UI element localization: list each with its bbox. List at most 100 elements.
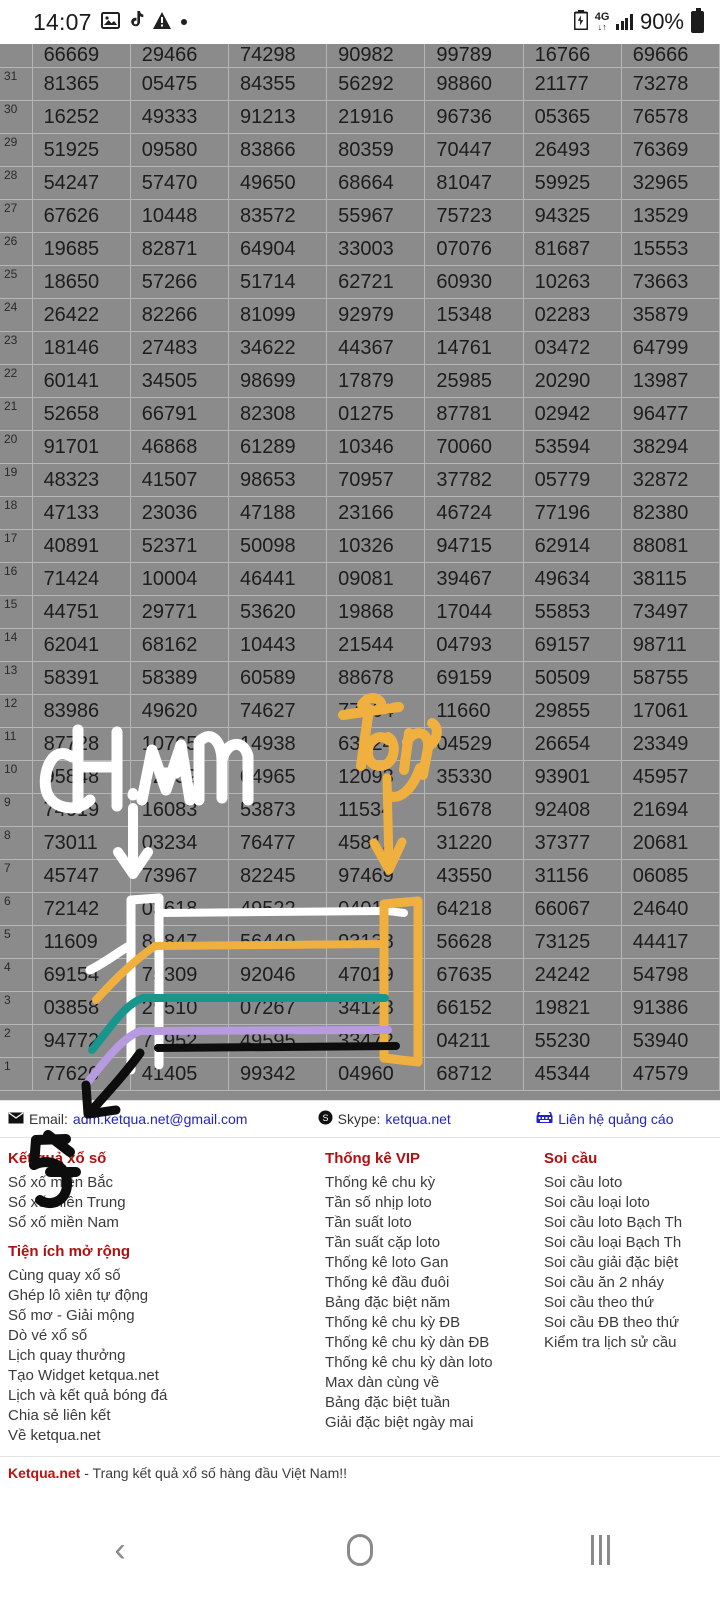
table-cell: 92979 xyxy=(326,298,426,332)
table-cell: 62041 xyxy=(32,628,131,662)
contact-skype[interactable]: S Skype: ketqua.net xyxy=(318,1110,537,1128)
table-cell: 71952 xyxy=(130,1024,229,1058)
battery-saver-icon xyxy=(573,10,589,34)
footer-link[interactable]: Kiểm tra lịch sử cầu xyxy=(544,1333,720,1353)
footer-link[interactable]: Tạo Widget ketqua.net xyxy=(8,1366,317,1386)
footer-link[interactable]: Max dàn cùng về xyxy=(325,1373,536,1393)
table-cell: 34622 xyxy=(228,331,328,365)
table-cell: 14938 xyxy=(228,727,328,761)
footer-link[interactable]: Dò vé xổ số xyxy=(8,1326,317,1346)
footer-link[interactable]: Soi cầu ĐB theo thứ xyxy=(544,1313,720,1333)
recents-button[interactable] xyxy=(480,1535,720,1565)
table-cell: 49650 xyxy=(228,166,328,200)
contact-link[interactable]: ketqua.net xyxy=(385,1111,450,1127)
footer-link[interactable]: Soi cầu ăn 2 nháy xyxy=(544,1273,720,1293)
footer-link[interactable]: Số mơ - Giải mộng xyxy=(8,1306,317,1326)
table-cell: 83866 xyxy=(228,133,328,167)
table-cell: 64904 xyxy=(228,232,328,266)
table-cell: 80359 xyxy=(326,133,426,167)
table-cell: 13987 xyxy=(621,364,720,398)
footer-link[interactable]: Về ketqua.net xyxy=(8,1426,317,1446)
table-cell: 84355 xyxy=(228,67,328,101)
footer-link[interactable]: Thống kê chu kỳ dàn ĐB xyxy=(325,1333,536,1353)
home-button[interactable] xyxy=(240,1534,480,1566)
table-cell: 10004 xyxy=(130,562,229,596)
table-cell: 93901 xyxy=(523,760,622,794)
row-index: 9 xyxy=(0,793,33,827)
table-cell: 82266 xyxy=(130,298,229,332)
footer-link[interactable]: Ghép lô xiên tự động xyxy=(8,1286,317,1306)
footer-link[interactable]: Thống kê chu kỳ ĐB xyxy=(325,1313,536,1333)
footer-link[interactable]: Lịch và kết quả bóng đá xyxy=(8,1386,317,1406)
footer-link[interactable]: Sổ xố miền Trung xyxy=(8,1193,317,1213)
footer-link[interactable]: Tần số nhịp loto xyxy=(325,1193,536,1213)
footer-link[interactable]: Chia sẻ liên kết xyxy=(8,1406,317,1426)
footer-link[interactable]: Soi cầu loại loto xyxy=(544,1193,720,1213)
footer-link[interactable]: Lịch quay thưởng xyxy=(8,1346,317,1366)
row-index: 22 xyxy=(0,364,33,398)
footer-link[interactable]: Soi cầu loto Bạch Th xyxy=(544,1213,720,1233)
contact-link[interactable]: Liên hệ quảng cáo xyxy=(558,1111,673,1127)
footer-link[interactable]: Thống kê chu kỳ xyxy=(325,1173,536,1193)
table-cell: 11534 xyxy=(326,793,426,827)
table-cell: 67635 xyxy=(424,958,524,992)
footer-link[interactable]: Bảng đặc biệt tuần xyxy=(325,1393,536,1413)
footer-link[interactable]: Soi cầu loại Bạch Th xyxy=(544,1233,720,1253)
footer-link[interactable]: Soi cầu theo thứ xyxy=(544,1293,720,1313)
footer-link[interactable]: Thống kê đầu đuôi xyxy=(325,1273,536,1293)
table-cell: 20290 xyxy=(523,364,622,398)
row-index: 28 xyxy=(0,166,33,200)
footer-group-heading: Tiện ích mở rộng xyxy=(8,1243,131,1260)
battery-icon xyxy=(691,8,704,33)
table-cell: 76477 xyxy=(228,826,328,860)
table-cell: 53873 xyxy=(228,793,328,827)
contact-link[interactable]: adm.ketqua.net@gmail.com xyxy=(73,1111,248,1127)
footer-link[interactable]: Soi cầu giải đặc biệt xyxy=(544,1253,720,1273)
footer-link[interactable]: Bảng đặc biệt năm xyxy=(325,1293,536,1313)
table-row: 29 51925 09580 83866 80359 70447 26493 76369 xyxy=(0,133,720,167)
table-row: 15 44751 29771 53620 19868 17044 55853 73497 xyxy=(0,595,720,629)
table-cell: 94715 xyxy=(424,529,524,563)
footer-link[interactable]: Thống kê chu kỳ dàn loto xyxy=(325,1353,536,1373)
row-index: 12 xyxy=(0,694,33,728)
table-cell: 34128 xyxy=(326,991,426,1025)
table-cell: 74298 xyxy=(228,44,328,68)
footer-column-3: Soi cầu Soi cầu loto Soi cầu loại loto Soi … xyxy=(536,1150,720,1446)
table-cell: 63524 xyxy=(326,727,426,761)
table-row: 1 77626 41405 99342 04960 68712 45344 47579 xyxy=(0,1057,720,1091)
table-cell: 09081 xyxy=(326,562,426,596)
table-cell: 32965 xyxy=(621,166,720,200)
table-cell: 02283 xyxy=(523,298,622,332)
table-cell: 54247 xyxy=(32,166,131,200)
contact-envelope[interactable]: Email: adm.ketqua.net@gmail.com xyxy=(0,1111,318,1127)
table-cell: 73967 xyxy=(130,859,229,893)
table-cell: 98653 xyxy=(228,463,328,497)
footer-link[interactable]: Giải đặc biệt ngày mai xyxy=(325,1413,536,1433)
table-cell: 10346 xyxy=(326,430,426,464)
footer-link[interactable]: Sổ xố miền Bắc xyxy=(8,1173,317,1193)
table-cell: 33472 xyxy=(326,1024,426,1058)
row-index: 4 xyxy=(0,958,33,992)
footer-link[interactable]: Tần suất loto xyxy=(325,1213,536,1233)
footer-link[interactable]: Tần suất cặp loto xyxy=(325,1233,536,1253)
phone-icon xyxy=(536,1108,553,1127)
table-cell: 82380 xyxy=(621,496,720,530)
table-cell: 94325 xyxy=(523,199,622,233)
table-cell: 41507 xyxy=(130,463,229,497)
row-index: 17 xyxy=(0,529,33,563)
footer-link[interactable]: Cùng quay xổ số xyxy=(8,1266,317,1286)
contact-phone[interactable]: Liên hệ quảng cáo xyxy=(536,1108,720,1127)
table-cell: 86847 xyxy=(130,925,229,959)
table-cell: 93138 xyxy=(326,925,426,959)
footer-link[interactable]: Thống kê loto Gan xyxy=(325,1253,536,1273)
footer-link[interactable]: Sổ xố miền Nam xyxy=(8,1213,317,1233)
footer-group-heading: Soi cầu xyxy=(543,1150,598,1167)
table-cell: 92408 xyxy=(523,793,622,827)
back-button[interactable]: ‹ xyxy=(0,1533,240,1567)
table-cell: 95848 xyxy=(32,760,131,794)
footer-link[interactable]: Soi cầu loto xyxy=(544,1173,720,1193)
table-cell: 96477 xyxy=(621,397,720,431)
table-cell: 32159 xyxy=(130,760,229,794)
lottery-results-table-container[interactable]: 66669 29466 74298 90982 99789 16766 69666 31 813… xyxy=(0,44,720,1100)
table-row: 24 26422 82266 81099 92979 15348 02283 35879 xyxy=(0,298,720,332)
